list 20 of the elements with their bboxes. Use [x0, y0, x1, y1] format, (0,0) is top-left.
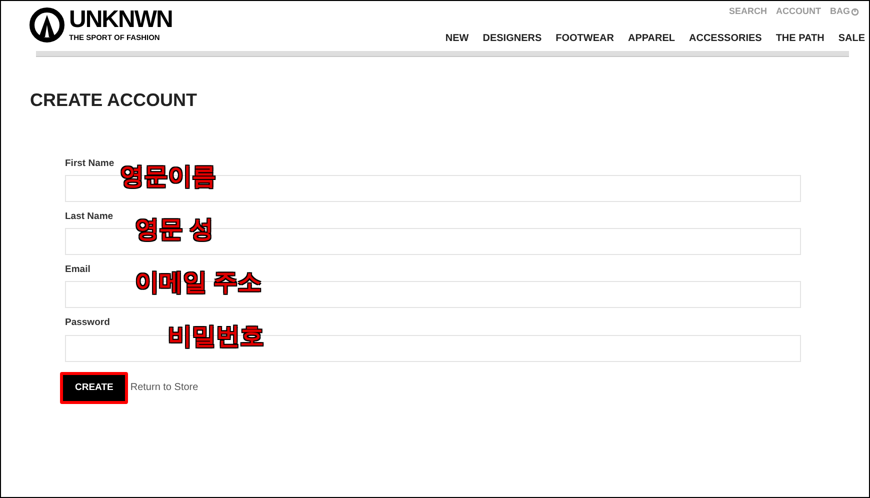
field-label: Password — [65, 316, 111, 330]
create-button[interactable]: CREATE — [60, 372, 128, 404]
annotation-text: 비밀번호 — [168, 324, 264, 348]
nav-link[interactable]: ACCESSORIES — [689, 30, 762, 46]
field-label: Email — [65, 263, 92, 277]
annotation-text: 이메일 주소 — [135, 271, 262, 296]
annotation-text: 영문 성 — [135, 218, 214, 242]
nav-link[interactable]: DESIGNERS — [482, 30, 542, 46]
nav-link[interactable]: THE PATH — [776, 30, 824, 46]
annotation-text: 영문이름 — [120, 164, 216, 189]
nav-link[interactable]: FOOTWEAR — [556, 30, 614, 46]
field-label: First Name — [65, 156, 116, 170]
field-label: Last Name — [65, 210, 114, 224]
nav-link[interactable]: APPAREL — [628, 30, 676, 46]
nav-link[interactable]: SALE — [838, 30, 865, 46]
logo-icon — [29, 7, 65, 44]
page-title: CREATE ACCOUNT — [30, 88, 198, 112]
return-link[interactable]: Return to Store — [130, 380, 198, 396]
nav-link[interactable]: NEW — [445, 30, 469, 46]
logo-wordmark: UNKNWN — [69, 7, 172, 34]
